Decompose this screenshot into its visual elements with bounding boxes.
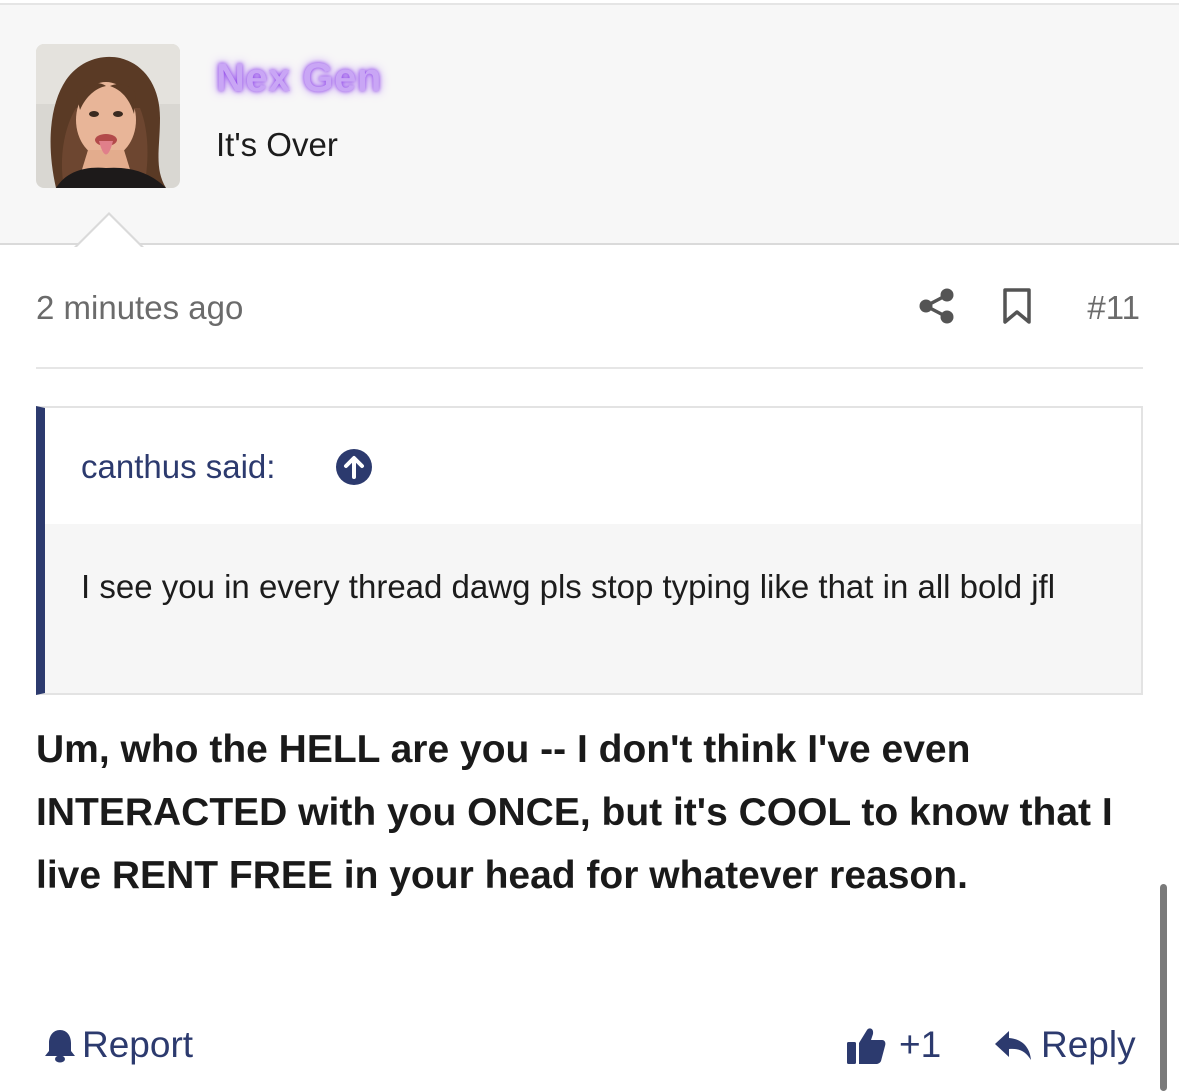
quote-block: canthus said: I see you in every thread … bbox=[36, 406, 1143, 695]
scrollbar-thumb[interactable] bbox=[1160, 884, 1167, 1091]
report-label: Report bbox=[82, 1024, 194, 1065]
bell-icon bbox=[45, 1030, 75, 1063]
user-avatar[interactable] bbox=[36, 44, 180, 188]
reply-arrow-icon bbox=[995, 1031, 1031, 1060]
reply-button[interactable]: Reply bbox=[993, 1022, 1136, 1068]
post-user-header: Nex Gen It's Over bbox=[0, 3, 1179, 245]
thumbs-up-icon bbox=[847, 1028, 886, 1064]
user-title: It's Over bbox=[216, 126, 338, 163]
quote-body: I see you in every thread dawg pls stop … bbox=[45, 524, 1141, 693]
divider bbox=[36, 367, 1143, 369]
username[interactable]: Nex Gen bbox=[216, 52, 382, 104]
bookmark-icon[interactable] bbox=[1001, 288, 1033, 324]
post-message: Um, who the HELL are you -- I don't thin… bbox=[36, 728, 1113, 897]
quote-text: I see you in every thread dawg pls stop … bbox=[81, 568, 1056, 605]
header-pointer bbox=[76, 215, 142, 248]
like-button[interactable]: +1 bbox=[845, 1022, 941, 1068]
arrow-up-circle-icon[interactable] bbox=[335, 448, 373, 486]
post-number[interactable]: #11 bbox=[1070, 287, 1140, 329]
like-count: +1 bbox=[899, 1024, 942, 1065]
reply-label: Reply bbox=[1041, 1024, 1136, 1065]
quote-author-link[interactable]: canthus said: bbox=[81, 446, 275, 488]
quote-header: canthus said: bbox=[45, 408, 1141, 524]
report-button[interactable]: Report bbox=[44, 1022, 193, 1068]
post-timestamp[interactable]: 2 minutes ago bbox=[36, 287, 243, 329]
user-avatar-photo bbox=[36, 44, 180, 188]
forum-post: Nex Gen It's Over 2 minutes ago #11 cant… bbox=[0, 0, 1179, 1091]
share-icon[interactable] bbox=[918, 287, 956, 325]
